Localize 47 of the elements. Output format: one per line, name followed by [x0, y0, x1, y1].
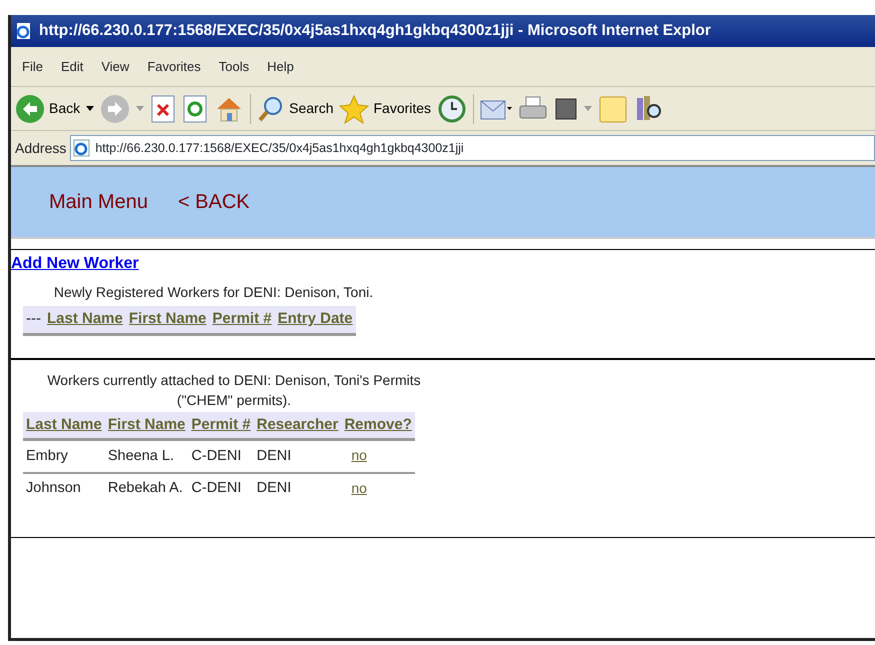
table-cell: C-DENI	[191, 480, 242, 496]
menu-item[interactable]: File	[13, 56, 52, 76]
column-header-link[interactable]: Permit #	[188, 412, 254, 440]
nav-link[interactable]: < BACK	[178, 187, 250, 217]
address-field[interactable]: http://66.230.0.177:1568/EXEC/35/0x4j5as1hxq4gh1gkbq4300z1jji	[70, 135, 875, 161]
column-header-link[interactable]: Last Name	[23, 412, 105, 440]
section-caption: Newly Registered Workers for DENI: Denison, Toni.	[52, 283, 374, 302]
column-header-link[interactable]: Permit #	[209, 306, 275, 334]
back-icon	[15, 94, 45, 124]
menu-item[interactable]: View	[92, 56, 138, 76]
menu-item[interactable]: Edit	[52, 56, 92, 76]
no-link[interactable]: no	[351, 480, 367, 496]
column-header-link[interactable]: First Name	[104, 412, 188, 440]
column-header-link[interactable]: Entry Date	[274, 306, 356, 334]
column-header-link[interactable]: Remove?	[341, 412, 415, 440]
back-button[interactable]: Back	[15, 94, 80, 124]
table-cell: Sheena L.	[108, 448, 174, 464]
table-cell: C-DENI	[191, 448, 242, 464]
column-header: ---	[23, 306, 44, 334]
star-icon	[339, 94, 370, 124]
search-button[interactable]: Search	[257, 94, 334, 122]
forward-icon[interactable]	[100, 94, 130, 124]
refresh-icon[interactable]	[182, 94, 208, 122]
caret-icon[interactable]	[86, 106, 94, 112]
history-icon[interactable]	[437, 94, 468, 124]
menu-item[interactable]: Help	[258, 56, 303, 76]
note-icon[interactable]	[598, 94, 628, 124]
menu-item[interactable]: Tools	[210, 56, 258, 76]
table-cell: Rebekah A.	[108, 480, 183, 496]
table-cell: Johnson	[26, 480, 81, 496]
nav-link[interactable]: Main Menu	[49, 187, 148, 217]
column-header-link[interactable]: Last Name	[44, 306, 126, 334]
page-icon	[73, 139, 92, 157]
column-header-link[interactable]: First Name	[126, 306, 210, 334]
browser-icon	[15, 22, 33, 40]
stop-icon[interactable]	[150, 94, 176, 122]
menu-item[interactable]: Favorites	[138, 56, 210, 76]
window-title: http://66.230.0.177:1568/EXEC/35/0x4j5as1hxq4gh1gkbq4300z1jji - Microsoft Internet Explor	[39, 21, 711, 42]
no-link[interactable]: no	[351, 447, 367, 463]
favorites-button[interactable]: Favorites	[339, 94, 432, 124]
address-label: Address	[15, 138, 66, 158]
table-cell: DENI	[256, 448, 292, 464]
table-cell: DENI	[256, 480, 292, 496]
section-caption: Workers currently attached to DENI: Denison, Toni's Permits ("CHEM" permits).	[46, 370, 422, 410]
add-worker-link[interactable]: Add New Worker	[11, 252, 139, 276]
column-header-link[interactable]: Researcher	[254, 412, 342, 440]
table-cell: Embry	[26, 448, 68, 464]
